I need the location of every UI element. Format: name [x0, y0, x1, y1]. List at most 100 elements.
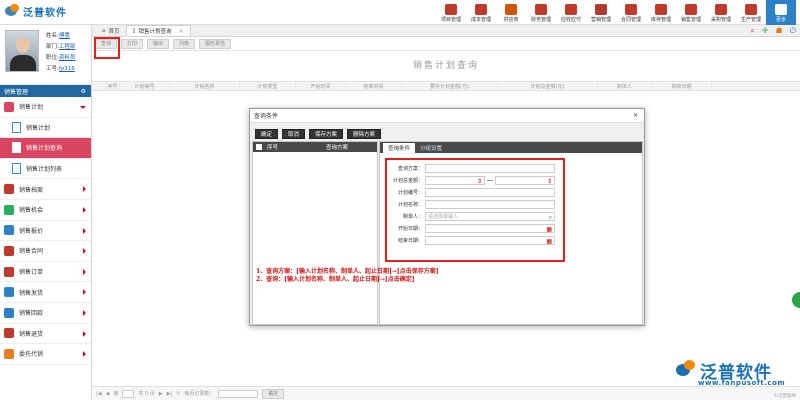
refresh-icon[interactable]: ↻: [176, 391, 180, 397]
export-button[interactable]: 输出: [147, 38, 170, 49]
close-icon[interactable]: ×: [179, 28, 184, 35]
close-icon[interactable]: ×: [633, 112, 638, 119]
module-icon: [445, 4, 457, 15]
sidebar-item-12[interactable]: 委托代销: [0, 344, 91, 365]
module-6[interactable]: 合同管理: [616, 0, 646, 25]
profile-name[interactable]: 傅惠: [59, 33, 70, 39]
sidebar-item-7[interactable]: 销售合同: [0, 241, 91, 262]
grid-column-header[interactable]: 制单人: [598, 82, 652, 90]
creator-input[interactable]: 请选择或输入 ⌕: [425, 211, 555, 222]
columns-button[interactable]: 列表: [173, 38, 196, 49]
plan-number-input[interactable]: [425, 187, 555, 197]
module-label: 项目管理: [440, 17, 461, 23]
next-page-icon[interactable]: ▶: [159, 391, 163, 397]
print-button[interactable]: 打印: [121, 38, 144, 49]
module-1[interactable]: 成本管理: [466, 0, 496, 25]
cancel-button[interactable]: 取消: [282, 129, 306, 139]
tab-group-settings[interactable]: 分组设置: [415, 143, 447, 153]
confirm-button[interactable]: 确定: [255, 129, 279, 139]
select-all-checkbox[interactable]: [256, 144, 262, 150]
grid-column-header[interactable]: 计划名称: [170, 82, 240, 90]
grid-column-header[interactable]: 开始时间: [296, 82, 346, 90]
module-icon: [475, 4, 487, 15]
chevron-right-icon: [83, 330, 86, 337]
sidebar-item-label: 销售机会: [19, 207, 44, 215]
delete-scheme-button[interactable]: 删除方案: [347, 129, 382, 139]
sidebar-item-10[interactable]: 销售回款: [0, 303, 91, 324]
module-3[interactable]: 财务管理: [526, 0, 556, 25]
save-scheme-button[interactable]: 保存方案: [309, 129, 344, 139]
profile-empno[interactable]: fp316: [59, 66, 75, 72]
sidebar-item-8[interactable]: 销售订单: [0, 262, 91, 283]
module-11[interactable]: 更多: [766, 0, 796, 25]
sidebar-item-label: 销售发货: [19, 289, 44, 297]
module-4[interactable]: 应收应付: [556, 0, 586, 25]
plan-name-input[interactable]: [425, 199, 555, 209]
tab-query-conditions[interactable]: 查询条件: [383, 143, 416, 153]
first-page-icon[interactable]: |◀: [96, 391, 102, 397]
tab-sales-plan-query[interactable]: ▯ 销售计划查询 ×: [125, 25, 191, 36]
total-amount-max-input[interactable]: ⇕: [495, 175, 555, 186]
sidebar-item-4[interactable]: 销售档案: [0, 179, 91, 200]
logo-text: 泛普软件: [23, 7, 67, 19]
grid-column-header[interactable]: 序号: [106, 82, 120, 90]
end-date-input[interactable]: ▦: [425, 235, 555, 246]
sidebar-item-1[interactable]: 销售计划: [0, 118, 91, 139]
sidebar-item-9[interactable]: 销售发货: [0, 282, 91, 303]
sidebar-item-11[interactable]: 销售退货: [0, 324, 91, 345]
module-7[interactable]: 库存管理: [646, 0, 676, 25]
start-date-input[interactable]: ▦: [425, 223, 555, 234]
chevron-right-icon: [83, 206, 86, 213]
module-label: 库存管理: [650, 17, 671, 23]
grid-column-header[interactable]: 结束时间: [346, 82, 402, 90]
spinner-icon[interactable]: ⇕: [547, 177, 552, 186]
grid-column-header[interactable]: 计划总金额(元): [498, 82, 598, 90]
chart-report-button[interactable]: 图形报告: [199, 38, 232, 49]
menu-icon: [4, 348, 14, 359]
home-icon: ⌂: [102, 27, 106, 34]
power-icon[interactable]: ⏻: [790, 26, 796, 36]
module-icon: [745, 4, 757, 15]
scheme-col-name: 查询方案: [325, 145, 348, 151]
gear-icon[interactable]: ⚙: [81, 88, 86, 95]
profile-dept[interactable]: 工程部: [59, 44, 76, 50]
pager-confirm-button[interactable]: 确定: [262, 388, 285, 399]
module-0[interactable]: 项目管理: [436, 0, 466, 25]
query-scheme-input[interactable]: [425, 163, 555, 173]
calendar-icon[interactable]: ▦: [546, 225, 552, 234]
grid-column-header[interactable]: 制单日期: [652, 82, 712, 90]
fullscreen-icon[interactable]: ✛: [762, 26, 769, 36]
sidebar-item-0[interactable]: 销售计划: [0, 97, 91, 118]
tab-home-label: 首页: [108, 28, 120, 35]
module-8[interactable]: 销售管理: [676, 0, 706, 25]
grid-select-checkbox[interactable]: [92, 82, 106, 90]
module-9[interactable]: 采购管理: [706, 0, 736, 25]
total-amount-min-input[interactable]: ⇕: [425, 175, 485, 186]
field-label: 结束日期：: [397, 237, 423, 244]
document-icon: [12, 121, 21, 133]
search-icon[interactable]: ⌕: [549, 213, 552, 222]
profile-info: 姓名:傅惠 部门:工程部 职位:资料员 工号:fp316: [46, 31, 75, 75]
module-2[interactable]: 供应商: [496, 0, 526, 25]
grid-column-header[interactable]: 计划类型: [240, 82, 296, 90]
module-5[interactable]: 营销管理: [586, 0, 616, 25]
grid-column-header[interactable]: 计划编号: [120, 82, 170, 90]
user-icon[interactable]: ☗: [776, 26, 783, 36]
app-logo: 泛普软件: [4, 3, 84, 19]
creator-placeholder: 请选择或输入: [428, 213, 459, 220]
page-input[interactable]: [122, 389, 135, 398]
page-size-select[interactable]: [218, 389, 259, 398]
spinner-icon[interactable]: ⇕: [477, 177, 482, 186]
search-icon[interactable]: ⌕: [750, 26, 754, 36]
calendar-icon[interactable]: ▦: [546, 237, 552, 246]
profile-position[interactable]: 资料员: [59, 55, 76, 61]
grid-column-header[interactable]: 要务计划金额(元): [402, 82, 498, 90]
sidebar-item-2[interactable]: 销售计划查询: [0, 138, 91, 159]
last-page-icon[interactable]: ▶|: [167, 391, 173, 397]
sidebar-item-5[interactable]: 销售机会: [0, 200, 91, 221]
sidebar-item-6[interactable]: 销售报价: [0, 221, 91, 242]
prev-page-icon[interactable]: ◀: [106, 391, 110, 397]
module-10[interactable]: 生产管理: [736, 0, 766, 25]
tab-home[interactable]: ⌂ 首页: [96, 25, 126, 36]
sidebar-item-3[interactable]: 销售计划列表: [0, 159, 91, 180]
